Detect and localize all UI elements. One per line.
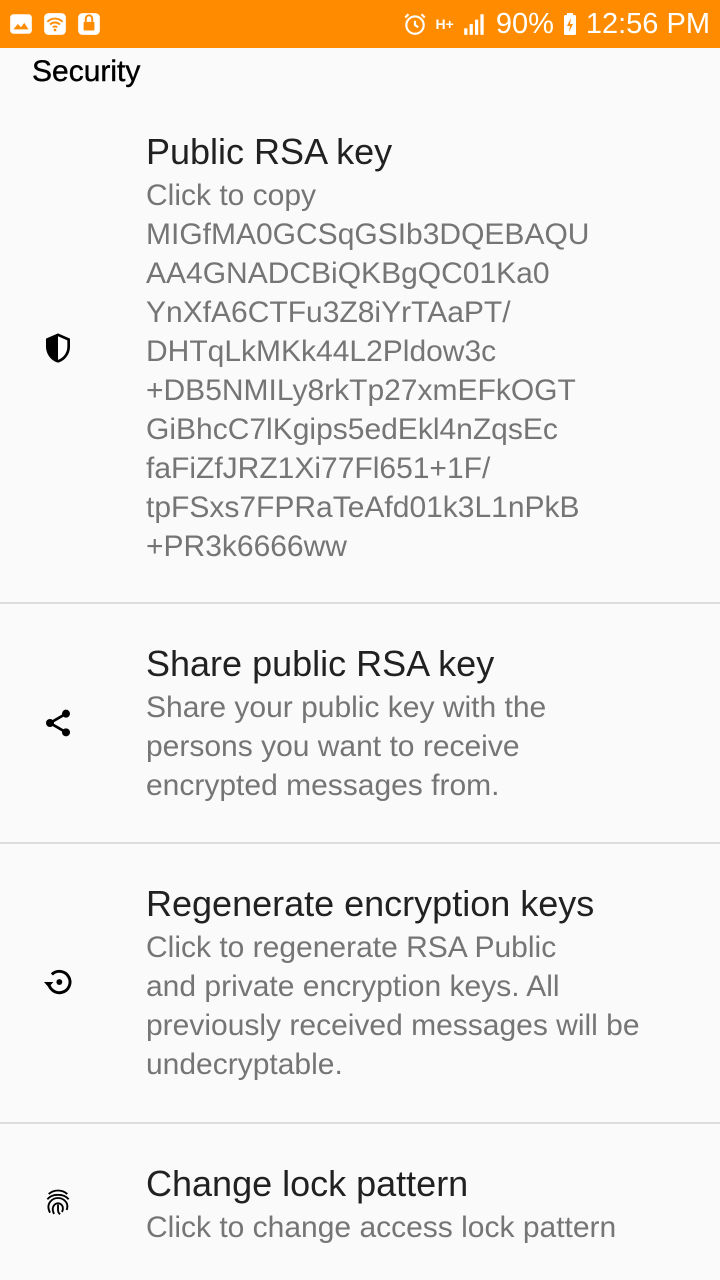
summary-line: Click to copy	[146, 179, 317, 212]
summary-line: undecryptable.	[146, 1048, 343, 1081]
summary-line: and private encryption keys. All	[146, 970, 560, 1003]
summary-line: +DB5NMILy8rkTp27xmEFkOGT	[146, 374, 576, 407]
wifi-notification-icon	[42, 11, 68, 37]
status-right: H+ 90% 12:56 PM	[402, 8, 710, 41]
summary-line: +PR3k6666ww	[146, 530, 347, 563]
fingerprint-icon	[40, 1184, 76, 1220]
pref-public-rsa-key[interactable]: Public RSA key Click to copy MIGfMA0GCSq…	[0, 96, 720, 604]
page-title: Security	[32, 55, 141, 88]
summary-line: previously received messages will be	[146, 1009, 640, 1042]
status-left	[8, 11, 102, 37]
app-notification-icon	[76, 11, 102, 37]
summary-line: YnXfA6CTFu3Z8iYrTAaPT/	[146, 296, 511, 329]
signal-icon	[462, 11, 488, 37]
clock: 12:56 PM	[585, 7, 710, 40]
shield-icon	[40, 330, 76, 366]
app-header: Security	[0, 48, 720, 96]
network-type-label: H+	[435, 16, 454, 32]
image-notification-icon	[8, 11, 34, 37]
summary-line: AA4GNADCBiQKBgQC01Ka0	[146, 257, 550, 290]
status-bar: H+ 90% 12:56 PM	[0, 0, 720, 48]
summary-line: encrypted messages from.	[146, 769, 500, 802]
pref-summary: Share your public key with the persons y…	[146, 688, 700, 805]
pref-summary: Click to change access lock pattern	[146, 1208, 700, 1247]
pref-regenerate-keys[interactable]: Regenerate encryption keys Click to rege…	[0, 844, 720, 1124]
summary-line: Share your public key with the	[146, 691, 547, 724]
restore-icon	[40, 964, 76, 1000]
summary-line: DHTqLkMKk44L2Pldow3c	[146, 335, 497, 368]
pref-summary: Click to copy MIGfMA0GCSqGSIb3DQEBAQU AA…	[146, 176, 700, 566]
summary-line: faFiZfJRZ1Xi77Fl651+1F/	[146, 452, 491, 485]
summary-line: Click to change access lock pattern	[146, 1211, 617, 1244]
summary-line: tpFSxs7FPRaTeAfd01k3L1nPkB	[146, 491, 580, 524]
summary-line: MIGfMA0GCSqGSIb3DQEBAQU	[146, 218, 590, 251]
alarm-icon	[402, 11, 428, 37]
pref-title: Regenerate encryption keys	[146, 883, 595, 924]
pref-title: Public RSA key	[146, 131, 393, 172]
pref-change-lock-pattern[interactable]: Change lock pattern Click to change acce…	[0, 1124, 720, 1280]
summary-line: GiBhcC7lKgips5edEkl4nZqsEc	[146, 413, 558, 446]
pref-share-public-rsa-key[interactable]: Share public RSA key Share your public k…	[0, 604, 720, 844]
pref-summary: Click to regenerate RSA Public and priva…	[146, 928, 700, 1084]
pref-title: Share public RSA key	[146, 643, 495, 684]
summary-line: Click to regenerate RSA Public	[146, 931, 557, 964]
battery-percent: 90%	[495, 7, 554, 40]
summary-line: persons you want to receive	[146, 730, 520, 763]
battery-charging-icon	[562, 11, 578, 37]
pref-title: Change lock pattern	[146, 1163, 469, 1204]
share-icon	[40, 705, 76, 741]
